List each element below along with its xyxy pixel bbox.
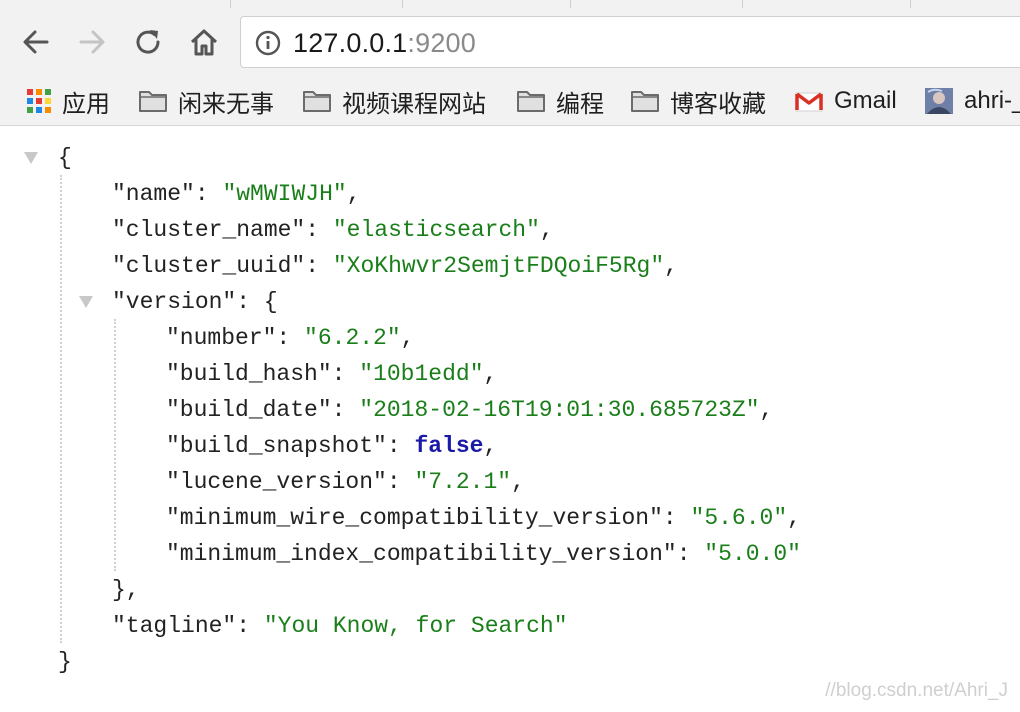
bookmark-label: 编程 — [556, 90, 604, 118]
home-button[interactable] — [184, 22, 224, 62]
json-value: You Know, for Search — [277, 613, 554, 639]
json-line-lucene-version: "lucene_version": "7.2.1", — [166, 469, 525, 495]
json-value: 5.0.0 — [718, 541, 788, 567]
json-key: "tagline" — [112, 613, 237, 639]
json-open-brace: { — [58, 145, 72, 171]
json-value: false — [414, 433, 484, 459]
json-line-cluster-name: "cluster_name": "elasticsearch", — [112, 217, 554, 243]
json-line-tagline: "tagline": "You Know, for Search" — [112, 613, 568, 639]
apps-grid-icon — [27, 89, 51, 113]
bookmark-label: Gmail — [834, 87, 897, 114]
json-viewer: { "name": "wMWIWJH", "cluster_name": "el… — [0, 127, 1020, 712]
bookmark-folder-3[interactable]: 编程 — [516, 83, 604, 119]
bookmark-gmail[interactable]: Gmail — [794, 83, 897, 119]
json-key: "name" — [112, 181, 195, 207]
folder-icon — [517, 91, 545, 112]
folder-icon — [631, 91, 659, 112]
json-line-version: "version": { — [112, 289, 278, 315]
url-text[interactable]: 127.0.0.1:9200 — [293, 27, 476, 59]
avatar-icon — [925, 88, 953, 114]
json-key: "version" — [112, 289, 237, 315]
reload-button[interactable] — [128, 22, 168, 62]
json-value: 2018-02-16T19:01:30.685723Z — [373, 397, 746, 423]
bookmark-label: 应用 — [62, 90, 110, 118]
json-line-min-index: "minimum_index_compatibility_version": "… — [166, 541, 801, 567]
json-key: "build_snapshot" — [166, 433, 387, 459]
bookmark-apps[interactable]: 应用 — [26, 83, 110, 119]
json-key: "minimum_wire_compatibility_version" — [166, 505, 663, 531]
url-host: 127.0.0.1 — [293, 28, 408, 58]
json-key: "lucene_version" — [166, 469, 387, 495]
json-value: elasticsearch — [346, 217, 527, 243]
json-value: wMWIWJH — [236, 181, 333, 207]
watermark: //blog.csdn.net/Ahri_J — [825, 680, 1008, 701]
bookmarks-bar: 应用 闲来无事 视频课程网站 编程 博客收藏 Gmail ahri-_ — [0, 78, 1020, 126]
info-icon[interactable] — [255, 30, 281, 56]
forward-arrow-icon — [79, 30, 105, 54]
folder-icon — [139, 91, 167, 112]
bookmark-folder-2[interactable]: 视频课程网站 — [302, 83, 486, 119]
json-key: "build_hash" — [166, 361, 332, 387]
forward-button[interactable] — [72, 22, 112, 62]
json-line-min-wire: "minimum_wire_compatibility_version": "5… — [166, 505, 801, 531]
back-arrow-icon — [23, 30, 49, 54]
indent-guide-version — [114, 319, 116, 571]
gmail-icon — [795, 92, 823, 112]
json-line-cluster-uuid: "cluster_uuid": "XoKhwvr2SemjtFDQoiF5Rg"… — [112, 253, 678, 279]
json-key: "cluster_name" — [112, 217, 306, 243]
collapse-toggle-root[interactable] — [24, 152, 38, 164]
json-value: 5.6.0 — [704, 505, 774, 531]
folder-icon — [303, 91, 331, 112]
json-close-brace: } — [58, 649, 72, 675]
json-key: "minimum_index_compatibility_version" — [166, 541, 677, 567]
indent-guide-root — [60, 175, 62, 643]
bookmark-label: ahri-_ — [964, 87, 1020, 114]
json-key: "number" — [166, 325, 277, 351]
json-value: 7.2.1 — [428, 469, 498, 495]
url-port: :9200 — [407, 28, 476, 58]
reload-icon — [136, 30, 160, 54]
bookmark-label: 视频课程网站 — [342, 90, 486, 118]
bookmark-label: 博客收藏 — [670, 90, 766, 118]
json-line-build-hash: "build_hash": "10b1edd", — [166, 361, 498, 387]
json-line-name: "name": "wMWIWJH", — [112, 181, 361, 207]
bookmark-folder-4[interactable]: 博客收藏 — [630, 83, 766, 119]
json-value: 6.2.2 — [317, 325, 387, 351]
home-icon — [190, 29, 218, 56]
json-line-build-date: "build_date": "2018-02-16T19:01:30.68572… — [166, 397, 774, 423]
json-value: XoKhwvr2SemjtFDQoiF5Rg — [346, 253, 651, 279]
json-version-close: }, — [112, 577, 140, 603]
address-bar[interactable]: 127.0.0.1:9200 — [240, 16, 1020, 68]
json-key: "cluster_uuid" — [112, 253, 306, 279]
json-key: "build_date" — [166, 397, 332, 423]
browser-toolbar: 127.0.0.1:9200 — [0, 0, 1020, 78]
back-button[interactable] — [16, 22, 56, 62]
json-value: 10b1edd — [373, 361, 470, 387]
collapse-toggle-version[interactable] — [79, 296, 93, 308]
tab-strip-edge — [0, 0, 1020, 8]
bookmark-ahri[interactable]: ahri-_ — [924, 83, 1020, 119]
bookmark-folder-1[interactable]: 闲来无事 — [138, 83, 274, 119]
json-line-build-snapshot: "build_snapshot": false, — [166, 433, 498, 459]
bookmark-label: 闲来无事 — [178, 90, 274, 118]
json-line-number: "number": "6.2.2", — [166, 325, 415, 351]
